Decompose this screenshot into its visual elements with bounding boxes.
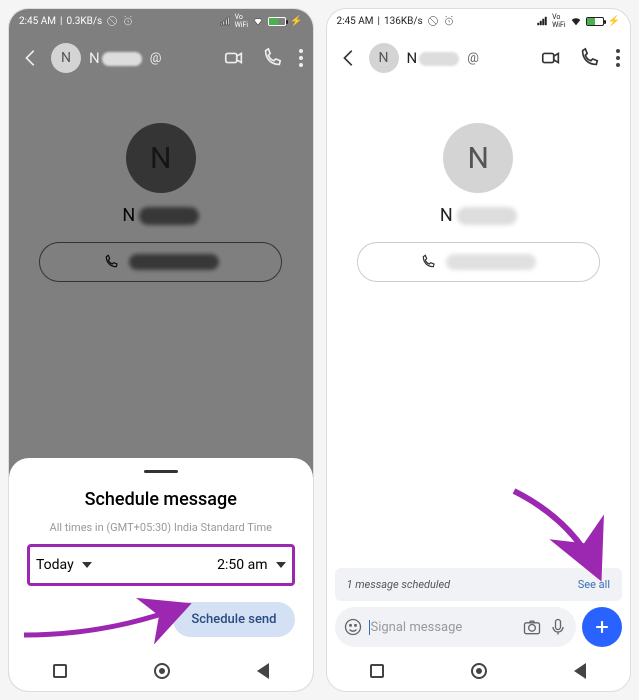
wifi-icon [252,15,264,27]
composer-input-wrap[interactable]: Signal message [335,607,577,647]
status-speed: 136KB/s [384,16,423,27]
app-bar: N N @ [327,33,631,83]
recents-button[interactable] [370,664,384,678]
back-button[interactable] [257,663,269,679]
back-arrow-icon[interactable] [337,47,361,69]
mic-icon[interactable] [548,617,568,637]
day-picker[interactable]: Today [36,557,92,573]
back-arrow-icon[interactable] [19,47,43,69]
chevron-down-icon [276,562,286,568]
phone-right-scheduled-banner: 2:45 AM | 136KB/s VoWiFi ⚡ N N @ N N [326,8,632,692]
contact-avatar-small[interactable]: N [51,43,81,73]
contact-avatar-small[interactable]: N [369,43,399,73]
camera-icon[interactable] [522,617,542,637]
status-speed: 0.3KB/s [66,16,102,27]
dnd-icon [427,15,439,27]
banner-text: 1 message scheduled [347,578,451,591]
phone-icon [420,254,436,270]
bolt-icon: ⚡ [290,16,302,27]
day-value: Today [36,557,74,573]
status-time: 2:45 AM [19,16,56,27]
video-call-icon[interactable] [540,47,562,69]
contact-name[interactable]: N [407,49,460,67]
back-button[interactable] [574,663,586,679]
composer-placeholder: Signal message [369,620,517,635]
time-value: 2:50 am [217,557,267,573]
chat-body: N N [327,83,631,282]
recents-button[interactable] [53,664,67,678]
annotation-arrow [19,585,199,645]
sheet-subtitle: All times in (GMT+05:30) India Standard … [27,520,295,537]
contact-name-large: N [122,205,199,226]
at-icon: @ [467,51,479,66]
contact-phone-pill[interactable] [39,242,282,282]
contact-name[interactable]: N [89,49,142,67]
video-call-icon[interactable] [223,47,245,69]
phone-icon [103,254,119,270]
android-nav-bar [327,651,631,691]
phone-left-schedule-sheet: 2:45 AM | 0.3KB/s VoWiFi ⚡ N N @ N N [8,8,314,692]
add-attachment-button[interactable] [582,607,622,647]
at-icon: @ [150,51,162,66]
chat-body: N N [9,83,313,282]
annotation-arrow [504,481,614,591]
alarm-icon [122,15,134,27]
wifi-icon [570,15,582,27]
home-button[interactable] [471,663,487,679]
status-time: 2:45 AM [337,16,374,27]
signal-icon [536,15,548,27]
contact-avatar-large: N [443,123,513,193]
home-button[interactable] [154,663,170,679]
phone-call-icon[interactable] [578,47,600,69]
android-nav-bar [9,651,313,691]
contact-phone-pill[interactable] [357,242,600,282]
message-composer: Signal message [335,607,623,647]
phone-call-icon[interactable] [261,47,283,69]
status-bar: 2:45 AM | 0.3KB/s VoWiFi ⚡ [9,9,313,33]
alarm-icon [443,15,455,27]
sheet-title: Schedule message [27,489,295,510]
contact-avatar-large: N [126,123,196,193]
sheet-drag-handle[interactable] [144,470,178,473]
bolt-icon: ⚡ [608,16,620,27]
app-bar: N N @ [9,33,313,83]
contact-name-large: N [440,205,517,226]
chevron-down-icon [82,562,92,568]
battery-icon [586,17,604,26]
dnd-icon [106,15,118,27]
datetime-picker-row: Today 2:50 am [27,544,295,586]
time-picker[interactable]: 2:50 am [217,557,285,573]
more-menu-icon[interactable] [299,49,303,67]
signal-icon [219,15,231,27]
emoji-icon[interactable] [343,617,363,637]
more-menu-icon[interactable] [616,49,620,67]
status-bar: 2:45 AM | 136KB/s VoWiFi ⚡ [327,9,631,33]
plus-icon [592,617,612,637]
battery-icon [268,17,286,26]
